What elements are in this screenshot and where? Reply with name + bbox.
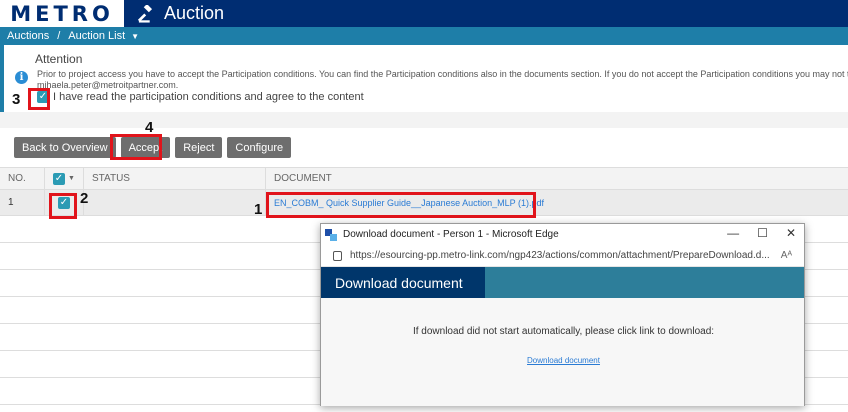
close-icon[interactable]: ✕ <box>786 226 796 240</box>
app-title-text: Auction <box>164 3 225 23</box>
attention-title: Attention <box>35 52 83 66</box>
header-status[interactable]: STATUS <box>84 168 266 189</box>
lock-icon[interactable] <box>333 250 342 261</box>
annotation-box-3 <box>28 88 50 110</box>
breadcrumb: Auctions / Auction List ▼ <box>0 27 848 45</box>
info-icon: i <box>15 71 28 84</box>
annotation-box-2 <box>49 193 77 219</box>
row-number: 1 <box>0 190 45 215</box>
chevron-down-icon[interactable]: ▼ <box>131 32 139 41</box>
popup-header-title: Download document <box>321 267 485 298</box>
annotation-box-4 <box>110 134 162 160</box>
header-document[interactable]: DOCUMENT <box>266 168 848 189</box>
header-no[interactable]: NO. <box>0 168 45 189</box>
annotation-number-4: 4 <box>145 119 154 136</box>
select-all-checkbox[interactable]: ✓ <box>53 172 65 185</box>
separator-strip <box>0 112 848 128</box>
agree-row: ✓ I have read the participation conditio… <box>37 91 364 103</box>
read-aloud-icon[interactable]: Aᴬ <box>781 250 792 261</box>
maximize-icon[interactable]: ☐ <box>757 226 768 240</box>
top-bar: METRO Auction <box>0 0 848 27</box>
popup-message: If download did not start automatically,… <box>412 326 715 337</box>
configure-button[interactable]: Configure <box>227 137 292 158</box>
popup-titlebar: Download document - Person 1 - Microsoft… <box>321 224 804 245</box>
chevron-down-icon[interactable]: ▼ <box>68 175 75 182</box>
back-to-overview-button[interactable]: Back to Overview <box>14 137 116 158</box>
attention-email: mihaela.peter@metroitpartner.com. <box>37 80 179 90</box>
download-document-link[interactable]: Download document <box>321 356 806 365</box>
annotation-number-3: 3 <box>12 91 21 108</box>
popup-header: Download document <box>321 267 804 298</box>
window-controls: — ☐ ✕ <box>727 226 796 240</box>
annotation-box-1 <box>266 192 536 218</box>
minimize-icon[interactable]: — <box>727 226 739 240</box>
annotation-number-2: 2 <box>80 190 89 207</box>
agree-label: I have read the participation conditions… <box>53 91 364 103</box>
popup-url: https://esourcing-pp.metro-link.com/ngp4… <box>350 250 770 261</box>
annotation-number-1: 1 <box>254 201 263 218</box>
row-status <box>84 190 266 215</box>
gavel-icon <box>138 4 153 23</box>
breadcrumb-separator: / <box>57 30 61 42</box>
metro-logo[interactable]: METRO <box>0 0 124 27</box>
download-popup-window: Download document - Person 1 - Microsoft… <box>320 223 805 406</box>
breadcrumb-auctions[interactable]: Auctions <box>7 30 49 42</box>
reject-button[interactable]: Reject <box>175 137 223 158</box>
popup-window-title: Download document - Person 1 - Microsoft… <box>343 229 559 240</box>
app-title: Auction <box>138 3 224 24</box>
edge-icon <box>325 228 337 241</box>
table-header: NO. ✓ ▼ STATUS DOCUMENT <box>0 167 848 190</box>
popup-address-bar[interactable]: https://esourcing-pp.metro-link.com/ngp4… <box>321 245 804 267</box>
logo-text: METRO <box>10 1 114 26</box>
popup-body: If download did not start automatically,… <box>321 298 804 406</box>
attention-panel: i Attention Prior to project access you … <box>0 45 848 112</box>
header-select: ✓ ▼ <box>45 168 84 189</box>
breadcrumb-auction-list[interactable]: Auction List <box>68 30 125 42</box>
attention-text: Prior to project access you have to acce… <box>37 69 848 79</box>
